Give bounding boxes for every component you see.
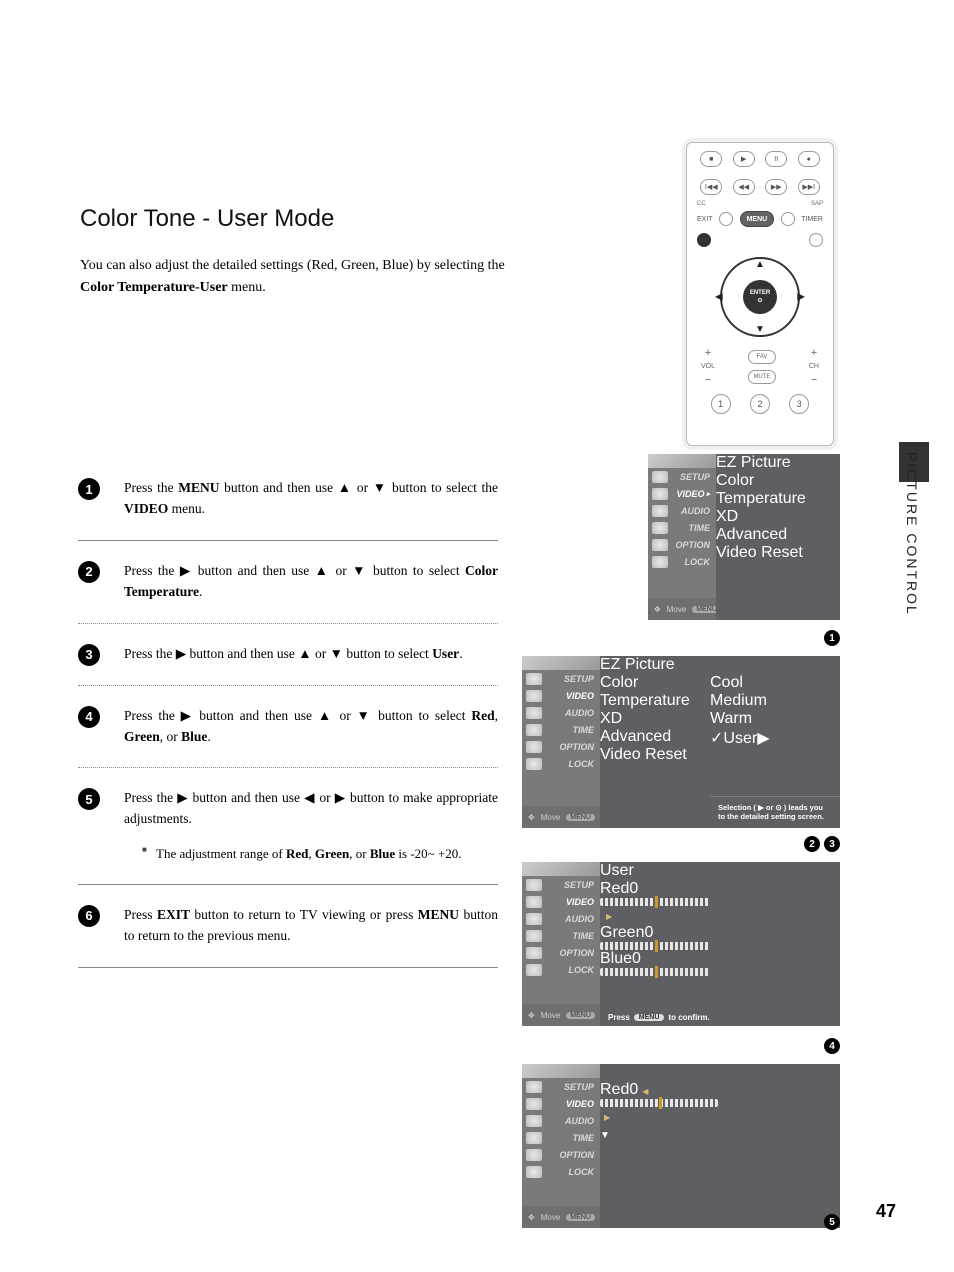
osd-panel-1: SETUP VIDEO▸ AUDIO TIME OPTION LOCK ✥Mov…: [648, 454, 840, 620]
marker-5: 5: [824, 1214, 840, 1230]
divider: [78, 767, 498, 768]
remote-next-button: ▶▶I: [798, 179, 820, 195]
osd-panel-2: SETUP VIDEO AUDIO TIME OPTION LOCK ✥Move…: [522, 656, 840, 828]
divider: [78, 685, 498, 686]
remote-num-1: 1: [711, 394, 731, 414]
osd-hint-text: Selection ( ▶ or ⊙ ) leads you to the de…: [710, 796, 840, 829]
step-3: 3 Press the ▶ button and then use ▲ or ▼…: [78, 634, 498, 675]
divider: [78, 540, 498, 541]
step-4-badge: 4: [78, 706, 100, 728]
remote-exit-label: EXIT: [697, 216, 713, 223]
remote-sap-button: [781, 212, 795, 226]
osd-panel-3: SETUP VIDEO AUDIO TIME OPTION LOCK ✥Move…: [522, 862, 840, 1026]
remote-play-button: ▶: [733, 151, 755, 167]
remote-sap-label: SAP: [811, 201, 823, 207]
remote-num-2: 2: [750, 394, 770, 414]
step-list: 1 Press the MENU button and then use ▲ o…: [78, 468, 498, 978]
remote-exit-button: [697, 233, 711, 247]
step-5-badge: 5: [78, 788, 100, 810]
page-heading-block: Color Tone - User Mode You can also adju…: [80, 205, 510, 300]
remote-ff-button: ▶▶: [765, 179, 787, 195]
marker-1: 1: [824, 630, 840, 646]
remote-menu-button: MENU: [740, 211, 774, 227]
remote-record-button: ●: [798, 151, 820, 167]
step-2-badge: 2: [78, 561, 100, 583]
dpad-right-icon: ▶: [797, 292, 805, 303]
dpad-down-icon: ▼: [755, 324, 765, 335]
marker-4: 4: [824, 1038, 840, 1054]
dpad-left-icon: ◀: [715, 292, 723, 303]
remote-dpad: ENTER⊙ ▲ ▼ ◀ ▶: [687, 251, 833, 343]
divider: [78, 623, 498, 624]
remote-vol: +VOL−: [701, 347, 715, 386]
remote-rew-button: ◀◀: [733, 179, 755, 195]
step-6-badge: 6: [78, 905, 100, 927]
step-5-note: The adjustment range of Red, Green, or B…: [142, 844, 498, 864]
divider: [78, 967, 498, 968]
page-number: 47: [876, 1201, 896, 1222]
page-title: Color Tone - User Mode: [80, 205, 510, 233]
step-6: 6 Press EXIT button to return to TV view…: [78, 895, 498, 957]
remote-cc-button: [719, 212, 733, 226]
step-2: 2 Press the ▶ button and then use ▲ or ▼…: [78, 551, 498, 613]
step-3-badge: 3: [78, 644, 100, 666]
marker-3: 3: [824, 836, 840, 852]
remote-cc-label: CC: [697, 201, 706, 207]
remote-stop-button: ■: [700, 151, 722, 167]
remote-enter-button: ENTER⊙: [743, 280, 777, 314]
dpad-up-icon: ▲: [755, 259, 765, 270]
step-1: 1 Press the MENU button and then use ▲ o…: [78, 468, 498, 530]
remote-illustration: ■ ▶ II ● I◀◀ ◀◀ ▶▶ ▶▶I CC SAP EXIT MENU …: [686, 142, 834, 446]
remote-mute-button: MUTE: [748, 370, 776, 384]
step-4: 4 Press the ▶ button and then use ▲ or ▼…: [78, 696, 498, 758]
marker-2: 2: [804, 836, 820, 852]
step-1-badge: 1: [78, 478, 100, 500]
section-tab: PICTURE CONTROL: [904, 452, 920, 616]
intro-text: You can also adjust the detailed setting…: [80, 255, 510, 300]
remote-timer-label: TIMER: [801, 216, 823, 223]
remote-ch: +CH−: [809, 347, 819, 386]
divider: [78, 884, 498, 885]
step-5: 5 Press the ▶ button and then use ◀ or ▶…: [78, 778, 498, 873]
osd-panel-4: SETUP VIDEO AUDIO TIME OPTION LOCK ✥Move…: [522, 1064, 840, 1228]
remote-timer-button: [809, 233, 823, 247]
remote-prev-button: I◀◀: [700, 179, 722, 195]
remote-fav-button: FAV: [748, 350, 776, 364]
remote-num-3: 3: [789, 394, 809, 414]
remote-pause-button: II: [765, 151, 787, 167]
